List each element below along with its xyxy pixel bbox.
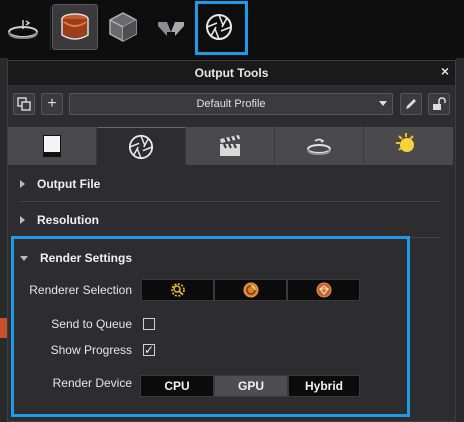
toolbar-separator (50, 6, 51, 50)
lock-profile-button[interactable] (428, 93, 450, 115)
material-tool-button[interactable] (52, 4, 98, 50)
tab-turntable[interactable] (275, 127, 364, 165)
output-tools-panel: Output Tools × + Default Profile Output … (7, 60, 456, 422)
flip-arrows-icon (158, 22, 184, 36)
section-resolution-label: Resolution (37, 213, 99, 227)
renderer-gpu-button[interactable] (214, 279, 287, 301)
section-output-file[interactable]: Output File (20, 167, 440, 202)
transform-tool-button[interactable] (148, 4, 194, 50)
clapperboard-icon (220, 135, 240, 156)
tab-image[interactable] (8, 127, 97, 165)
panel-title: Output Tools (194, 66, 269, 80)
aperture-icon (128, 134, 154, 159)
material-bowl-icon (61, 13, 89, 40)
check-icon: ✓ (143, 343, 155, 357)
renderer-selection-label: Renderer Selection (29, 283, 132, 297)
geometry-tool-button[interactable] (100, 4, 146, 50)
renderer-cpu-button[interactable] (141, 279, 214, 301)
profile-row: + Default Profile (8, 85, 455, 125)
output-tabs (8, 127, 455, 165)
profile-dropdown-value: Default Profile (196, 98, 266, 110)
show-progress-checkbox[interactable]: ✓ (143, 344, 155, 356)
gpu-renderer-icon (243, 282, 258, 298)
add-profile-button[interactable]: + (41, 93, 63, 115)
device-hybrid-button[interactable]: Hybrid (288, 375, 360, 397)
tab-animation[interactable] (186, 127, 275, 165)
tab-lighting[interactable] (364, 127, 453, 165)
send-to-queue-checkbox[interactable] (143, 318, 155, 330)
render-device-label: Render Device (52, 376, 132, 390)
viewport-right-edge (456, 58, 464, 422)
edit-profile-button[interactable] (400, 93, 422, 115)
tab-render[interactable] (97, 127, 186, 165)
top-toolbar (0, 0, 464, 56)
cpu-renderer-icon (170, 283, 185, 297)
pencil-icon (406, 99, 416, 109)
box-icon (109, 12, 137, 42)
render-device-selector: CPU GPU Hybrid (140, 375, 360, 397)
renderer-selector (141, 279, 360, 301)
hybrid-renderer-icon (316, 282, 331, 298)
profile-dropdown[interactable]: Default Profile (69, 93, 393, 115)
chevron-down-icon (379, 101, 387, 106)
turntable-icon (307, 138, 331, 156)
chevron-right-icon (20, 216, 25, 224)
chevron-down-icon (20, 255, 28, 261)
section-render-settings[interactable]: Render Settings (20, 241, 440, 275)
device-cpu-button[interactable]: CPU (140, 375, 214, 397)
close-button[interactable]: × (441, 63, 449, 79)
section-render-settings-label: Render Settings (40, 251, 133, 265)
section-output-file-label: Output File (37, 177, 101, 191)
panel-titlebar[interactable]: Output Tools × (8, 61, 455, 85)
output-tool-button[interactable] (196, 4, 242, 50)
renderer-hybrid-button[interactable] (287, 279, 360, 301)
turntable-tool-button[interactable] (0, 4, 46, 50)
send-to-queue-label: Send to Queue (51, 317, 132, 331)
image-frame-icon (43, 135, 61, 157)
show-progress-label: Show Progress (50, 343, 132, 357)
section-resolution[interactable]: Resolution (20, 203, 440, 238)
unlock-icon (433, 97, 446, 110)
copy-profile-button[interactable] (13, 93, 35, 115)
copy-icon (17, 97, 31, 111)
sun-moon-icon (395, 133, 418, 158)
turntable-icon (8, 20, 38, 40)
aperture-icon (206, 14, 232, 40)
chevron-right-icon (20, 180, 25, 188)
device-gpu-button[interactable]: GPU (214, 375, 288, 397)
